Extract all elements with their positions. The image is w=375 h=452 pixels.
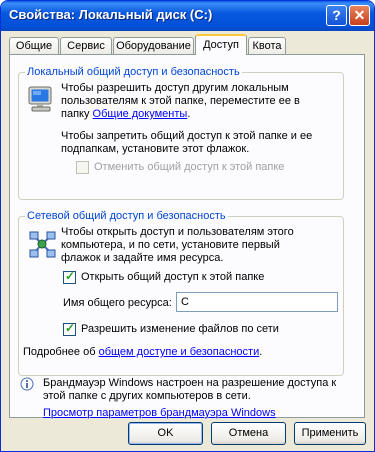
learn-more-prefix: Подробнее об: [23, 346, 99, 358]
share-name-input[interactable]: C: [176, 292, 338, 312]
learn-more-line: Подробнее об общем доступе и безопасност…: [23, 346, 262, 359]
network-share-icon: [27, 229, 57, 259]
tab-hardware[interactable]: Оборудование: [113, 37, 194, 54]
help-button[interactable]: ?: [326, 5, 347, 26]
share-folder-checkbox[interactable]: ✓: [63, 269, 76, 284]
sharing-panel: Локальный общий доступ и безопасность Чт…: [9, 54, 365, 420]
cancel-button[interactable]: Отмена: [211, 422, 286, 445]
network-text-line1: Чтобы открыть доступ и пользователям это…: [61, 226, 294, 238]
tab-sharing[interactable]: Доступ: [195, 34, 247, 55]
local-text-line3-prefix: папку: [61, 108, 93, 120]
make-private-label: Отменить общий доступ к этой папке: [94, 161, 285, 173]
properties-window: Свойства: Локальный диск (C:) ? ✕ Общие …: [0, 0, 375, 452]
local-sharing-group: Локальный общий доступ и безопасность Чт…: [18, 66, 344, 200]
local-text-line3: папку Общие документы.: [61, 108, 190, 121]
title-bar[interactable]: Свойства: Локальный диск (C:) ? ✕: [1, 1, 374, 31]
sharing-security-link[interactable]: общем доступе и безопасности: [99, 346, 260, 358]
local-text-line3-suffix: .: [187, 108, 191, 120]
local-text-line2: пользователям к этой папке, переместите …: [61, 95, 300, 107]
window-title: Свойства: Локальный диск (C:): [9, 7, 213, 22]
local-text-line5: подпапкам, установите этот флажок.: [61, 143, 250, 155]
tab-general[interactable]: Общие: [9, 37, 59, 54]
local-text-line4: Чтобы запретить общий доступ к этой папк…: [61, 130, 313, 142]
share-name-label: Имя общего ресурса:: [63, 297, 172, 309]
share-folder-label: Открыть общий доступ к этой папке: [81, 271, 265, 283]
network-sharing-group: Сетевой общий доступ и безопасность Чтоб…: [18, 210, 344, 376]
allow-changes-checkbox[interactable]: ✓: [63, 321, 76, 336]
network-sharing-legend: Сетевой общий доступ и безопасность: [25, 210, 228, 222]
network-text-line3: флажок и задайте имя ресурса.: [61, 252, 224, 264]
firewall-text-line2: этой папке с других компьютеров в сети.: [43, 390, 251, 402]
computer-icon: [27, 85, 55, 115]
network-text-line2: компьютера, и по сети, установите первый: [61, 239, 280, 251]
tab-tools[interactable]: Сервис: [60, 37, 112, 54]
firewall-settings-link[interactable]: Просмотр параметров брандмауэра Windows: [43, 407, 276, 420]
local-text-line1: Чтобы разрешить доступ другим локальным: [61, 82, 289, 94]
dialog-body: Общие Сервис Оборудование Доступ Квота Л…: [4, 31, 371, 449]
learn-more-suffix: .: [259, 346, 263, 358]
apply-button[interactable]: Применить: [294, 422, 366, 445]
shared-documents-link[interactable]: Общие документы: [93, 108, 188, 120]
local-sharing-legend: Локальный общий доступ и безопасность: [25, 66, 242, 78]
allow-changes-label: Разрешить изменение файлов по сети: [81, 323, 279, 335]
share-folder-checkmark-icon: ✓: [65, 269, 76, 283]
tab-quota[interactable]: Квота: [248, 37, 286, 54]
info-icon: [20, 377, 34, 391]
ok-button[interactable]: OK: [128, 422, 203, 445]
firewall-text-line1: Брандмауэр Windows настроен на разрешени…: [43, 377, 337, 389]
allow-changes-checkmark-icon: ✓: [65, 321, 76, 335]
close-button[interactable]: ✕: [349, 5, 370, 26]
make-private-checkbox[interactable]: [76, 161, 89, 174]
